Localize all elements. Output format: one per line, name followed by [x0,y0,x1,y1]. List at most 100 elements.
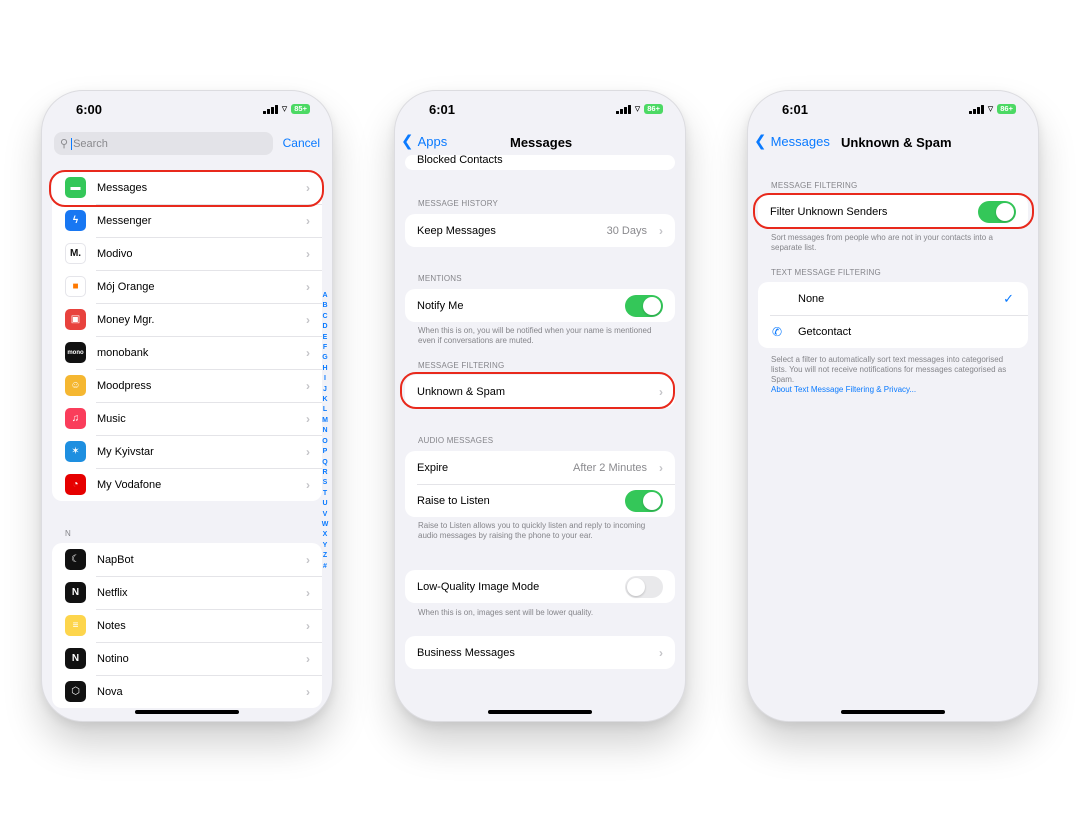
back-label: Apps [417,134,448,149]
app-label: Messenger [97,214,152,227]
alphabet-index-letter[interactable]: C [322,312,327,322]
app-row[interactable]: ♫ Music › [52,402,322,435]
filter-option-none[interactable]: None ✓ [758,282,1028,315]
search-icon: ⚲ [60,138,69,150]
alphabet-index-letter[interactable]: H [322,364,327,374]
wifi-icon: ▿ [281,103,288,115]
business-messages-row[interactable]: Business Messages › [405,636,675,669]
low-quality-row: Low-Quality Image Mode [405,570,675,603]
chevron-right-icon: › [659,223,663,238]
chevron-right-icon: › [306,312,310,327]
app-row[interactable]: ϟ Messenger › [52,204,322,237]
alphabet-index-letter[interactable]: Z [323,551,327,561]
app-row[interactable]: ■ Mój Orange › [52,270,322,303]
money-manager-icon: ▣ [65,309,86,330]
app-row[interactable]: ✶ My Kyivstar › [52,435,322,468]
alphabet-index-letter[interactable]: B [322,301,327,311]
highlight-filter-unknown [753,193,1034,229]
alphabet-index-letter[interactable]: D [322,322,327,332]
text-filtering-footnote: Select a filter to automatically sort te… [771,355,1016,395]
app-list: ▬ Messages › ϟ Messenger › M. Modivo › ■ Mój Orang… [42,161,332,716]
alphabet-index-letter[interactable]: T [323,489,327,499]
app-row[interactable]: mono monobank › [52,336,322,369]
phone-screen-messages-settings: 6:01 ▿ 86+ ❮ Apps Messages Blocked Contac… [394,90,686,722]
alphabet-index-letter[interactable]: L [323,405,327,415]
app-label: NapBot [97,553,134,566]
chevron-right-icon: › [659,460,663,475]
notes-icon: ≡ [65,615,86,636]
alphabet-index-letter[interactable]: M [322,416,328,426]
alphabet-index-letter[interactable]: # [323,562,327,572]
alphabet-index-letter[interactable]: I [324,374,326,384]
back-button[interactable]: ❮ Apps [401,134,447,149]
search-row: ⚲ Search Cancel [42,131,332,157]
app-row[interactable]: ☾ NapBot › [52,543,322,576]
app-row[interactable]: N Notino › [52,642,322,675]
mentions-group: Notify Me [405,289,675,322]
highlight-unknown-spam [400,372,675,409]
low-quality-toggle[interactable] [625,575,663,598]
cancel-button[interactable]: Cancel [283,136,320,150]
app-label: My Kyivstar [97,445,154,458]
monobank-icon: mono [65,342,86,363]
alphabet-index-letter[interactable]: Q [322,458,327,468]
chevron-right-icon: › [306,378,310,393]
low-quality-group: Low-Quality Image Mode [405,570,675,603]
filtering-privacy-link[interactable]: About Text Message Filtering & Privacy..… [771,385,916,394]
nav-bar: ❮ Apps Messages [395,131,685,155]
alphabet-index-letter[interactable]: E [323,333,328,343]
alphabet-index-letter[interactable]: J [323,385,327,395]
status-icons: ▿ 86+ [969,104,1016,115]
app-row[interactable]: ≡ Notes › [52,609,322,642]
notify-me-toggle[interactable] [625,294,663,317]
chevron-right-icon: › [306,444,310,459]
alphabet-index-letter[interactable]: O [322,437,327,447]
alphabet-index-letter[interactable]: V [323,510,328,520]
app-row[interactable]: M. Modivo › [52,237,322,270]
app-row[interactable]: ▣ Money Mgr. › [52,303,322,336]
app-row[interactable]: N Netflix › [52,576,322,609]
app-group-m: ▬ Messages › ϟ Messenger › M. Modivo › ■ Mój Orang… [52,171,322,501]
search-input[interactable]: ⚲ Search [54,132,273,155]
app-row[interactable]: ◔ My Vodafone › [52,468,322,501]
chevron-right-icon: › [306,477,310,492]
app-label: Modivo [97,247,133,260]
raise-to-listen-toggle[interactable] [625,489,663,512]
alphabet-index-letter[interactable]: U [322,499,327,509]
chevron-right-icon: › [306,684,310,699]
alphabet-index-letter[interactable]: R [322,468,327,478]
phone-screen-app-list: 6:00 ▿ 85+ ⚲ Search Cancel ▬ Messages › ϟ Me… [41,90,333,722]
search-placeholder: Search [71,137,108,150]
blocked-contacts-row[interactable]: Blocked Contacts [405,155,675,170]
chevron-left-icon: ❮ [754,133,767,150]
app-label: Mój Orange [97,280,155,293]
filter-option-getcontact[interactable]: ✆ Getcontact [758,315,1028,348]
alphabet-index-letter[interactable]: P [323,447,328,457]
home-indicator [841,710,945,714]
alphabet-index[interactable]: A B C D E F G H I J K L M N O P Q R S T U V W X Y Z # [321,291,329,572]
alphabet-index-letter[interactable]: G [322,353,327,363]
expire-row[interactable]: Expire After 2 Minutes › [405,451,675,484]
audio-group: Expire After 2 Minutes › Raise to Listen [405,451,675,517]
chevron-right-icon: › [306,213,310,228]
alphabet-index-letter[interactable]: X [323,530,328,540]
back-button[interactable]: ❮ Messages [754,134,830,149]
alphabet-index-letter[interactable]: N [322,426,327,436]
alphabet-index-letter[interactable]: Y [323,541,328,551]
alphabet-index-letter[interactable]: W [322,520,329,530]
messenger-icon: ϟ [65,210,86,231]
chevron-right-icon: › [306,618,310,633]
alphabet-index-letter[interactable]: F [323,343,327,353]
app-group-n: ☾ NapBot › N Netflix › ≡ Notes › N Notino › ⬡ Nova › [52,543,322,708]
app-row[interactable]: ☺ Moodpress › [52,369,322,402]
alphabet-index-letter[interactable]: K [322,395,327,405]
page-title: Unknown & Spam [841,135,952,150]
nav-bar: ❮ Messages Unknown & Spam [748,131,1038,155]
status-bar: 6:00 ▿ 85+ [42,91,332,135]
alphabet-index-letter[interactable]: A [322,291,327,301]
app-row[interactable]: ⬡ Nova › [52,675,322,708]
alphabet-index-letter[interactable]: S [323,478,328,488]
low-quality-footnote: When this is on, images sent will be low… [418,608,594,617]
keep-messages-row[interactable]: Keep Messages 30 Days › [405,214,675,247]
notino-icon: N [65,648,86,669]
